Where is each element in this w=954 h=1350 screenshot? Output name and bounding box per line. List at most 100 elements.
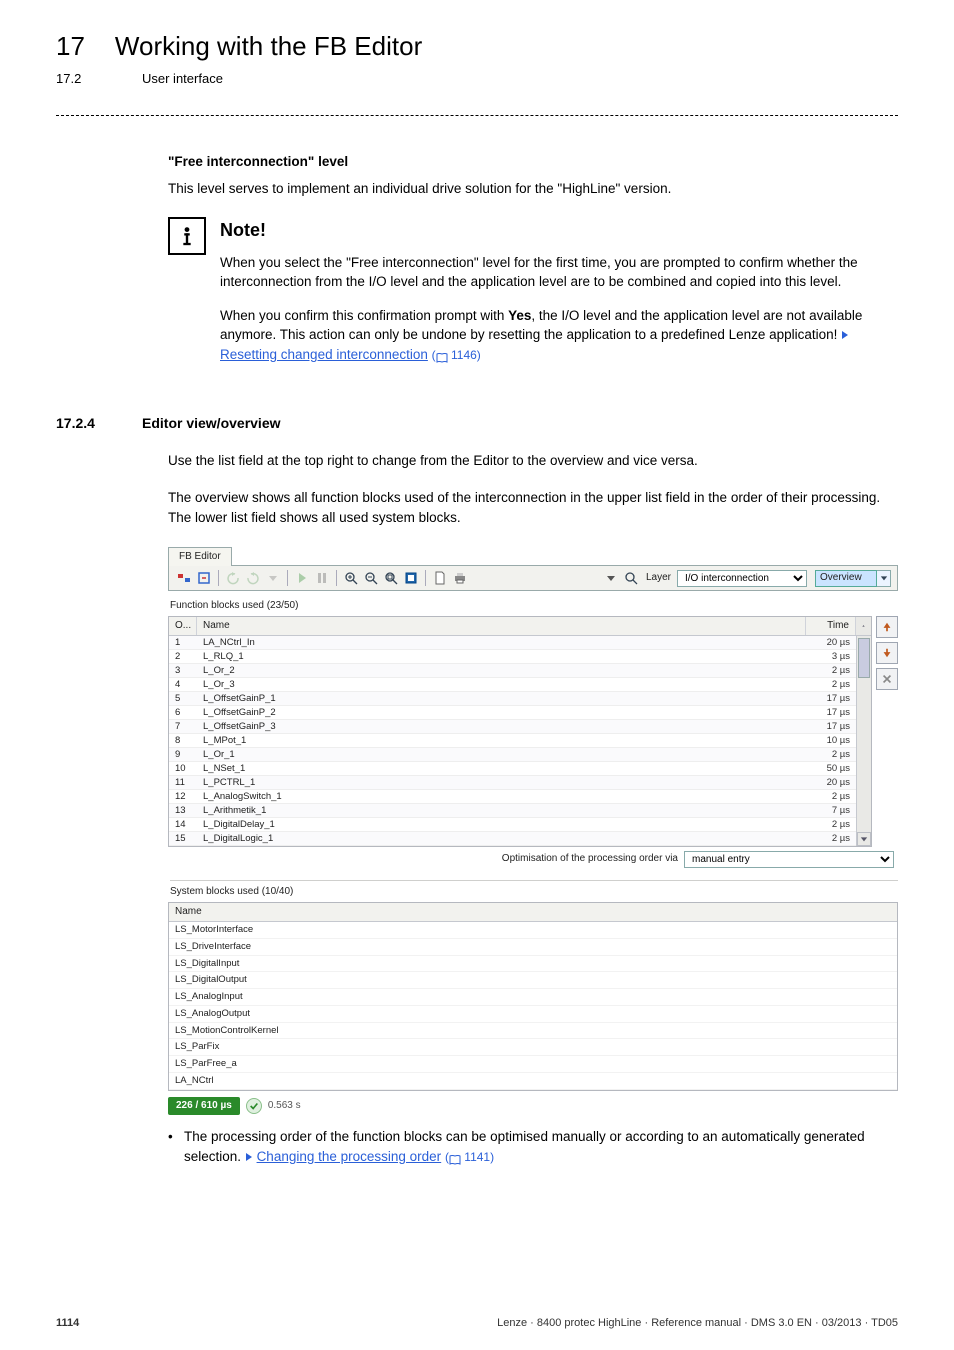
optimisation-label: Optimisation of the processing order via	[502, 852, 678, 867]
cell-name: LA_NCtrl_In	[197, 636, 806, 649]
table-row[interactable]: 15L_DigitalLogic_12 µs	[169, 832, 856, 846]
bullet-item: • The processing order of the function b…	[168, 1127, 898, 1166]
note-para-2: When you confirm this confirmation promp…	[220, 306, 898, 365]
fb-table: O... Name Time 1LA_NCtrl_In20 µs2L_RLQ_1…	[168, 616, 872, 848]
chevron-down-icon[interactable]	[877, 570, 891, 587]
note-title: Note!	[220, 217, 898, 243]
move-up-button[interactable]	[876, 616, 898, 638]
layer-label: Layer	[646, 571, 671, 586]
table-row[interactable]: 6L_OffsetGainP_217 µs	[169, 706, 856, 720]
list-item[interactable]: LS_AnalogOutput	[169, 1006, 897, 1023]
cell-name: L_DigitalLogic_1	[197, 832, 806, 846]
cell-index: 9	[169, 748, 197, 762]
table-row[interactable]: 11L_PCTRL_120 µs	[169, 776, 856, 790]
link-change-processing-order[interactable]: Changing the processing order	[257, 1149, 442, 1164]
table-row[interactable]: 1LA_NCtrl_In20 µs	[169, 636, 856, 650]
scrollbar[interactable]	[856, 636, 871, 846]
list-item[interactable]: LS_MotionControlKernel	[169, 1023, 897, 1040]
table-row[interactable]: 2L_RLQ_13 µs	[169, 650, 856, 664]
toolbar-icon-b[interactable]	[195, 569, 213, 587]
toolbar-icon-c[interactable]	[402, 569, 420, 587]
undo-icon[interactable]	[224, 569, 242, 587]
print-icon[interactable]	[451, 569, 469, 587]
status-pill: 226 / 610 µs	[168, 1097, 240, 1116]
bullet-dot: •	[168, 1127, 176, 1166]
cell-time: 17 µs	[806, 692, 856, 706]
table-row[interactable]: 13L_Arithmetik_17 µs	[169, 804, 856, 818]
play-icon[interactable]	[293, 569, 311, 587]
pause-icon[interactable]	[313, 569, 331, 587]
cell-index: 8	[169, 734, 197, 748]
table-row[interactable]: 10L_NSet_150 µs	[169, 762, 856, 776]
table-row[interactable]: 9L_Or_12 µs	[169, 748, 856, 762]
scroll-up-icon[interactable]	[856, 617, 871, 636]
section-number-top: 17.2	[56, 70, 112, 89]
view-select[interactable]: Overview	[815, 570, 877, 587]
cell-index: 11	[169, 776, 197, 790]
redo-icon[interactable]	[244, 569, 262, 587]
cell-index: 5	[169, 692, 197, 706]
search-icon[interactable]	[622, 569, 640, 587]
list-item[interactable]: LS_DriveInterface	[169, 939, 897, 956]
cell-name: L_NSet_1	[197, 762, 806, 776]
link-reset-interconnection[interactable]: Resetting changed interconnection	[220, 347, 428, 362]
delete-button[interactable]	[876, 668, 898, 690]
status-time: 0.563 s	[268, 1099, 301, 1114]
page-ref-1141: 1141)	[461, 1150, 494, 1164]
dropdown-arrow-icon[interactable]	[602, 569, 620, 587]
sb-table: Name LS_MotorInterfaceLS_DriveInterfaceL…	[168, 902, 898, 1091]
tab-fb-editor[interactable]: FB Editor	[168, 547, 232, 567]
separator	[287, 570, 288, 586]
list-item[interactable]: LS_AnalogInput	[169, 989, 897, 1006]
cell-time: 2 µs	[806, 818, 856, 832]
list-item[interactable]: LS_DigitalInput	[169, 956, 897, 973]
body-para-2: The overview shows all function blocks u…	[168, 488, 898, 527]
cell-index: 13	[169, 804, 197, 818]
check-icon	[246, 1098, 262, 1114]
optimisation-select[interactable]: manual entry	[684, 851, 894, 868]
list-item[interactable]: LA_NCtrl	[169, 1073, 897, 1090]
cell-name: L_Or_3	[197, 678, 806, 692]
list-item[interactable]: LS_ParFree_a	[169, 1056, 897, 1073]
col-header-index[interactable]: O...	[169, 617, 197, 636]
table-row[interactable]: 7L_OffsetGainP_317 µs	[169, 720, 856, 734]
table-row[interactable]: 14L_DigitalDelay_12 µs	[169, 818, 856, 832]
cell-time: 3 µs	[806, 650, 856, 664]
col-header-name[interactable]: Name	[197, 617, 806, 636]
new-doc-icon[interactable]	[431, 569, 449, 587]
list-item[interactable]: LS_DigitalOutput	[169, 972, 897, 989]
col-header-time[interactable]: Time	[806, 617, 856, 636]
zoom-fit-icon[interactable]	[382, 569, 400, 587]
table-row[interactable]: 8L_MPot_110 µs	[169, 734, 856, 748]
cell-name: L_AnalogSwitch_1	[197, 790, 806, 804]
fb-used-label: Function blocks used (23/50)	[170, 597, 898, 614]
toolbar: Layer I/O interconnection Overview	[168, 565, 898, 591]
cell-time: 50 µs	[806, 762, 856, 776]
table-row[interactable]: 3L_Or_22 µs	[169, 664, 856, 678]
toolbar-icon-a[interactable]	[175, 569, 193, 587]
separator	[336, 570, 337, 586]
zoom-out-icon[interactable]	[362, 569, 380, 587]
note-yes: Yes	[508, 308, 531, 323]
table-row[interactable]: 12L_AnalogSwitch_12 µs	[169, 790, 856, 804]
cell-time: 17 µs	[806, 720, 856, 734]
cell-name: L_Arithmetik_1	[197, 804, 806, 818]
dropdown-icon[interactable]	[264, 569, 282, 587]
sb-used-label: System blocks used (10/40)	[170, 880, 898, 900]
cell-name: L_DigitalDelay_1	[197, 818, 806, 832]
list-item[interactable]: LS_ParFix	[169, 1039, 897, 1056]
cell-name: L_Or_1	[197, 748, 806, 762]
table-row[interactable]: 4L_Or_32 µs	[169, 678, 856, 692]
sb-col-header-name[interactable]: Name	[169, 903, 897, 922]
divider	[56, 115, 898, 116]
scroll-thumb[interactable]	[858, 638, 870, 678]
layer-select[interactable]: I/O interconnection	[677, 570, 807, 587]
cell-time: 20 µs	[806, 636, 856, 649]
list-item[interactable]: LS_MotorInterface	[169, 922, 897, 939]
move-down-button[interactable]	[876, 642, 898, 664]
zoom-in-icon[interactable]	[342, 569, 360, 587]
cell-index: 6	[169, 706, 197, 720]
separator	[218, 570, 219, 586]
scroll-down-icon[interactable]	[857, 832, 871, 846]
table-row[interactable]: 5L_OffsetGainP_117 µs	[169, 692, 856, 706]
